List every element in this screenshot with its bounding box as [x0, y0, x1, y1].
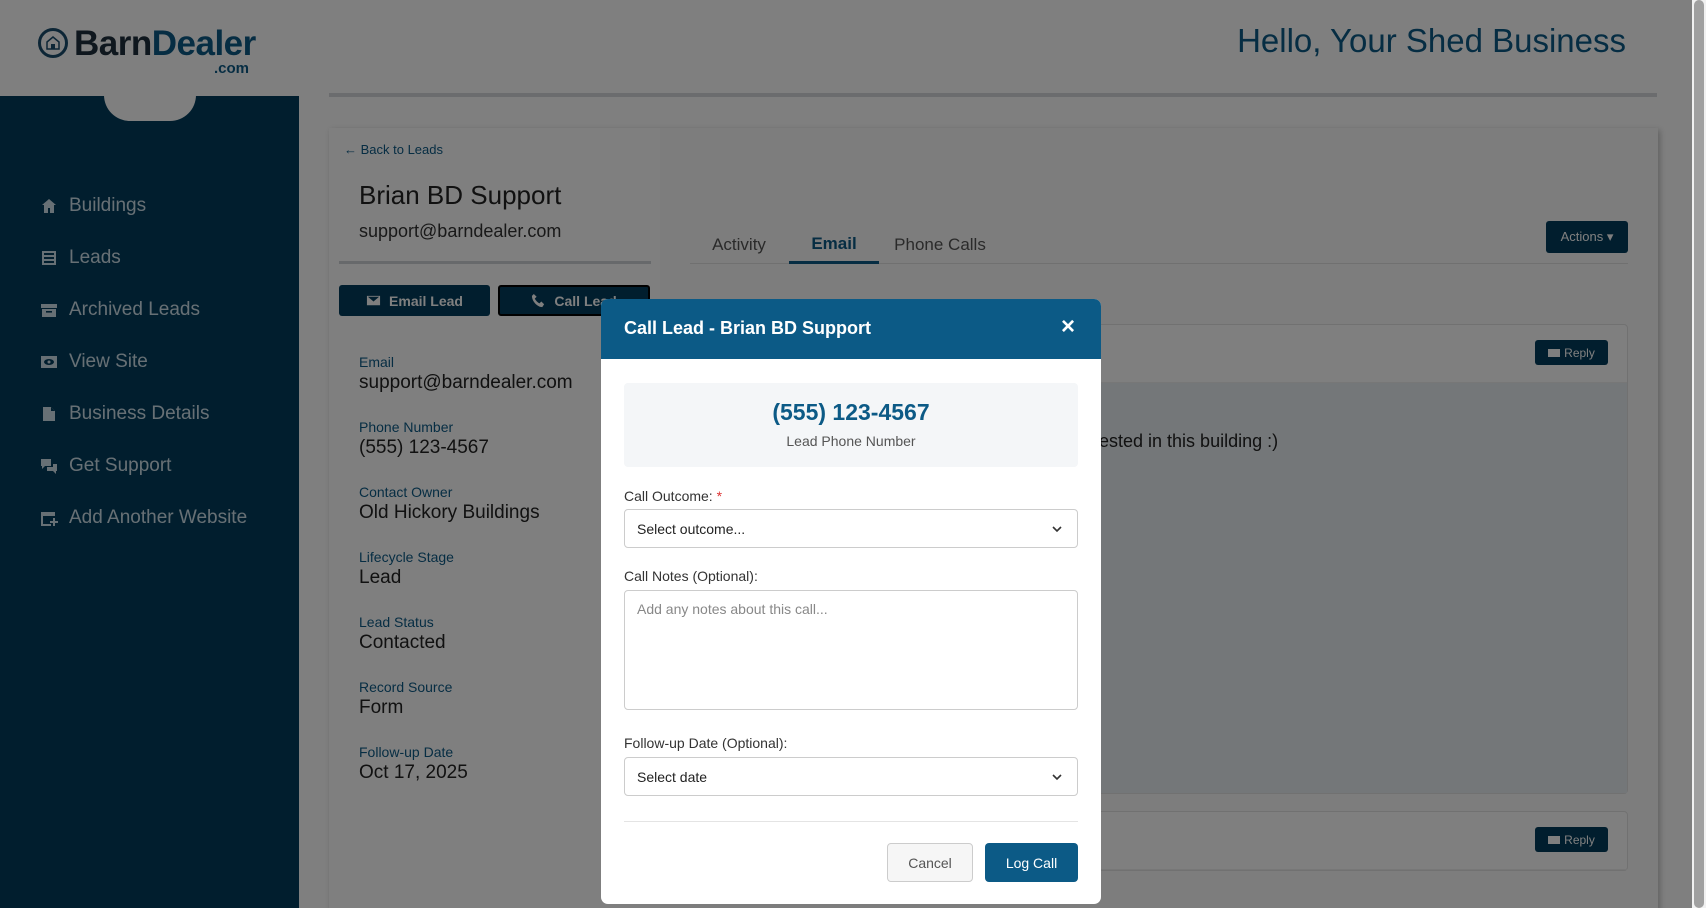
- close-icon[interactable]: ×: [1061, 313, 1075, 341]
- call-lead-modal: Call Lead - Brian BD Support × (555) 123…: [601, 299, 1101, 904]
- chevron-down-icon: [1052, 774, 1062, 781]
- log-call-button[interactable]: Log Call: [985, 843, 1078, 882]
- modal-header: Call Lead - Brian BD Support ×: [601, 299, 1101, 359]
- call-outcome-label-text: Call Outcome:: [624, 488, 713, 504]
- call-notes-textarea[interactable]: Add any notes about this call...: [624, 590, 1078, 710]
- follow-up-date-select[interactable]: Select date: [624, 757, 1078, 796]
- follow-up-date-label: Follow-up Date (Optional):: [624, 735, 788, 751]
- modal-title: Call Lead - Brian BD Support: [624, 318, 872, 338]
- call-notes-label: Call Notes (Optional):: [624, 568, 758, 584]
- phone-display: (555) 123-4567 Lead Phone Number: [624, 383, 1078, 467]
- lead-phone-number[interactable]: (555) 123-4567: [624, 399, 1078, 426]
- page-scrollbar[interactable]: [1692, 0, 1706, 908]
- cancel-button[interactable]: Cancel: [887, 843, 973, 882]
- chevron-down-icon: [1052, 526, 1062, 533]
- follow-up-date-value: Select date: [637, 768, 708, 785]
- scrollbar-thumb[interactable]: [1694, 0, 1704, 908]
- call-outcome-value: Select outcome...: [637, 520, 746, 537]
- call-outcome-select[interactable]: Select outcome...: [624, 509, 1078, 548]
- phone-caption: Lead Phone Number: [786, 433, 916, 449]
- required-marker: *: [716, 488, 723, 504]
- call-outcome-label: Call Outcome: *: [624, 488, 722, 504]
- modal-divider: [624, 821, 1078, 822]
